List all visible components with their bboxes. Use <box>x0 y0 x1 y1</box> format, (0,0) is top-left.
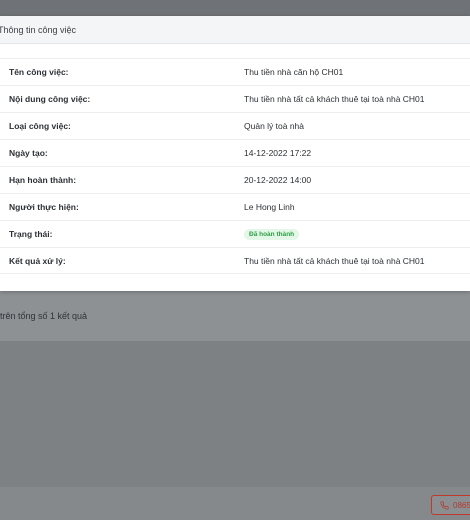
detail-value: Thu tiền nhà căn hộ CH01 <box>244 67 344 77</box>
detail-value: 14-12-2022 17:22 <box>244 148 312 158</box>
detail-row-task-content: Nội dung công việc: Thu tiền nhà tất cả … <box>0 85 470 112</box>
backdrop-footer <box>0 487 470 520</box>
detail-value: Thu tiền nhà tất cả khách thuê tại toà n… <box>244 255 425 266</box>
detail-value: Thu tiền nhà tất cả khách thuê tại toà n… <box>244 94 425 104</box>
detail-row-created-date: Ngày tạo: 14-12-2022 17:22 <box>0 139 470 166</box>
task-detail-table: Tên công việc: Thu tiền nhà căn hộ CH01 … <box>0 58 470 274</box>
detail-label: Hạn hoàn thành: <box>9 175 77 185</box>
detail-row-result: Kết quả xử lý: Thu tiền nhà tất cả khách… <box>0 247 470 274</box>
detail-label: Người thực hiện: <box>9 202 79 212</box>
detail-label: Nội dung công việc: <box>9 94 91 104</box>
detail-label: Kết quả xử lý: <box>9 255 66 266</box>
phone-number: 0865 <box>453 500 470 510</box>
modal-title: Thông tin công việc <box>0 24 77 35</box>
detail-label: Tên công việc: <box>9 67 69 77</box>
pagination-summary: trên tổng số 1 kết quả <box>0 311 88 321</box>
detail-label: Loại công việc: <box>9 121 71 131</box>
modal-header: Thông tin công việc <box>0 16 470 44</box>
detail-label: Ngày tạo: <box>9 148 48 158</box>
backdrop-content <box>0 341 470 487</box>
backdrop-top <box>0 0 470 16</box>
status-badge: Đã hoàn thành <box>244 228 300 240</box>
detail-row-task-type: Loại công việc: Quản lý toà nhà <box>0 112 470 139</box>
detail-row-assignee: Người thực hiện: Le Hong Linh <box>0 193 470 220</box>
detail-label: Trạng thái: <box>9 229 53 239</box>
detail-value: Quản lý toà nhà <box>244 121 305 131</box>
task-info-modal: Thông tin công việc Tên công việc: Thu t… <box>0 16 470 291</box>
detail-value: Le Hong Linh <box>244 202 295 212</box>
detail-row-status: Trạng thái: Đã hoàn thành <box>0 220 470 247</box>
detail-row-task-name: Tên công việc: Thu tiền nhà căn hộ CH01 <box>0 58 470 85</box>
phone-icon <box>440 500 449 510</box>
detail-value: 20-12-2022 14:00 <box>244 175 312 185</box>
detail-row-deadline: Hạn hoàn thành: 20-12-2022 14:00 <box>0 166 470 193</box>
phone-button[interactable]: 0865 <box>431 495 470 515</box>
